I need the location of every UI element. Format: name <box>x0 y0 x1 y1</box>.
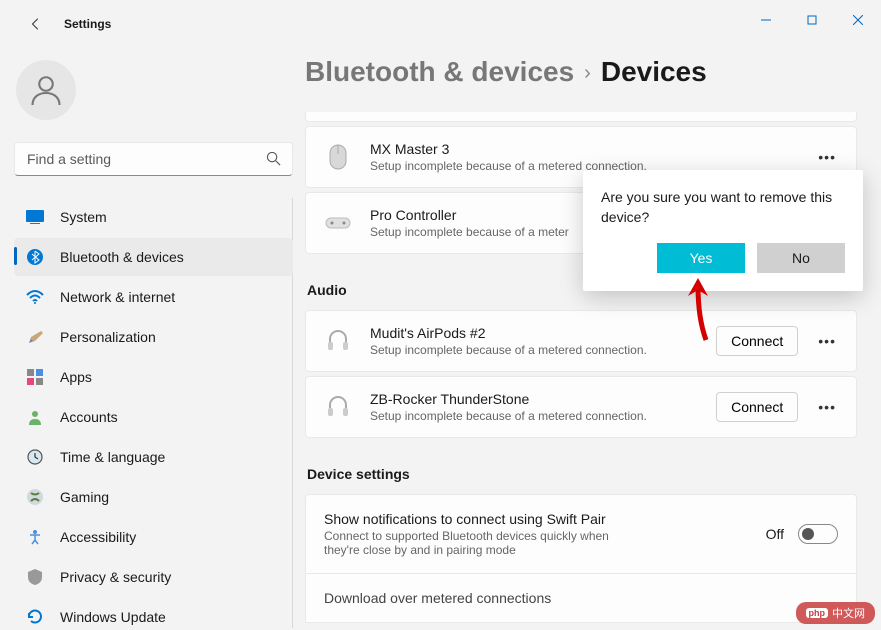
nav-label: Network & internet <box>60 289 175 305</box>
nav-label: System <box>60 209 107 225</box>
titlebar: Settings <box>0 0 881 48</box>
connect-button[interactable]: Connect <box>716 326 798 356</box>
dialog-text: Are you sure you want to remove this dev… <box>601 188 845 227</box>
sidebar-item-personalization[interactable]: Personalization <box>14 318 293 356</box>
device-card-airpods[interactable]: Mudit's AirPods #2 Setup incomplete beca… <box>305 310 857 372</box>
sidebar-item-update[interactable]: Windows Update <box>14 598 293 630</box>
device-status: Setup incomplete because of a metered co… <box>370 343 716 357</box>
dialog-yes-button[interactable]: Yes <box>657 243 745 273</box>
nav-label: Windows Update <box>60 609 166 625</box>
apps-icon <box>26 368 44 386</box>
more-button[interactable]: ••• <box>812 333 842 349</box>
nav-label: Bluetooth & devices <box>60 249 184 265</box>
more-button[interactable]: ••• <box>812 149 842 165</box>
nav-label: Apps <box>60 369 92 385</box>
window-title: Settings <box>64 17 111 31</box>
headphones-icon <box>324 393 352 421</box>
connect-button[interactable]: Connect <box>716 392 798 422</box>
window-controls <box>743 12 881 36</box>
maximize-button[interactable] <box>789 4 835 36</box>
breadcrumb-current: Devices <box>601 56 707 87</box>
sidebar-item-privacy[interactable]: Privacy & security <box>14 558 293 596</box>
breadcrumb-parent[interactable]: Bluetooth & devices <box>305 56 574 87</box>
sidebar: System Bluetooth & devices Network & int… <box>0 48 305 630</box>
more-button[interactable]: ••• <box>812 399 842 415</box>
nav-label: Accessibility <box>60 529 136 545</box>
nav-label: Personalization <box>60 329 156 345</box>
back-button[interactable] <box>24 12 48 36</box>
nav-label: Gaming <box>60 489 109 505</box>
system-icon <box>26 208 44 226</box>
close-button[interactable] <box>835 4 881 36</box>
toggle-state: Off <box>766 526 784 542</box>
sidebar-item-apps[interactable]: Apps <box>14 358 293 396</box>
sidebar-item-gaming[interactable]: Gaming <box>14 478 293 516</box>
wifi-icon <box>26 288 44 306</box>
device-card-thunderstone[interactable]: ZB-Rocker ThunderStone Setup incomplete … <box>305 376 857 438</box>
update-icon <box>26 608 44 626</box>
controller-icon <box>324 209 352 237</box>
chevron-right-icon: › <box>584 62 591 84</box>
content: Bluetooth & devices›Devices MX Master 3 … <box>305 48 881 630</box>
remove-device-dialog: Are you sure you want to remove this dev… <box>583 170 863 291</box>
search-icon <box>266 151 281 166</box>
setting-desc: Connect to supported Bluetooth devices q… <box>324 529 644 557</box>
setting-title: Show notifications to connect using Swif… <box>324 511 766 527</box>
sidebar-item-bluetooth[interactable]: Bluetooth & devices <box>14 238 293 276</box>
swift-pair-setting[interactable]: Show notifications to connect using Swif… <box>305 494 857 574</box>
bluetooth-icon <box>26 248 44 266</box>
search-wrap <box>14 142 293 176</box>
sidebar-item-system[interactable]: System <box>14 198 293 236</box>
sidebar-item-network[interactable]: Network & internet <box>14 278 293 316</box>
device-name: ZB-Rocker ThunderStone <box>370 391 716 407</box>
dialog-no-button[interactable]: No <box>757 243 845 273</box>
mouse-icon <box>324 143 352 171</box>
sidebar-item-accounts[interactable]: Accounts <box>14 398 293 436</box>
device-status: Setup incomplete because of a metered co… <box>370 409 716 423</box>
sidebar-item-accessibility[interactable]: Accessibility <box>14 518 293 556</box>
php-icon: php <box>806 608 829 618</box>
nav-label: Time & language <box>60 449 165 465</box>
watermark: php 中文网 <box>796 602 876 624</box>
swift-pair-toggle[interactable] <box>798 524 838 544</box>
clock-icon <box>26 448 44 466</box>
xbox-icon <box>26 488 44 506</box>
section-device-settings: Device settings <box>307 466 857 482</box>
search-input[interactable] <box>14 142 293 176</box>
avatar[interactable] <box>16 60 76 120</box>
card-edge <box>305 112 857 122</box>
metered-setting[interactable]: Download over metered connections <box>305 574 857 623</box>
person-icon <box>26 408 44 426</box>
nav-label: Privacy & security <box>60 569 171 585</box>
headphones-icon <box>324 327 352 355</box>
minimize-button[interactable] <box>743 4 789 36</box>
nav-label: Accounts <box>60 409 118 425</box>
device-name: MX Master 3 <box>370 141 812 157</box>
breadcrumb: Bluetooth & devices › Devices <box>305 56 857 88</box>
sidebar-item-time[interactable]: Time & language <box>14 438 293 476</box>
accessibility-icon <box>26 528 44 546</box>
brush-icon <box>26 328 44 346</box>
device-name: Mudit's AirPods #2 <box>370 325 716 341</box>
shield-icon <box>26 568 44 586</box>
